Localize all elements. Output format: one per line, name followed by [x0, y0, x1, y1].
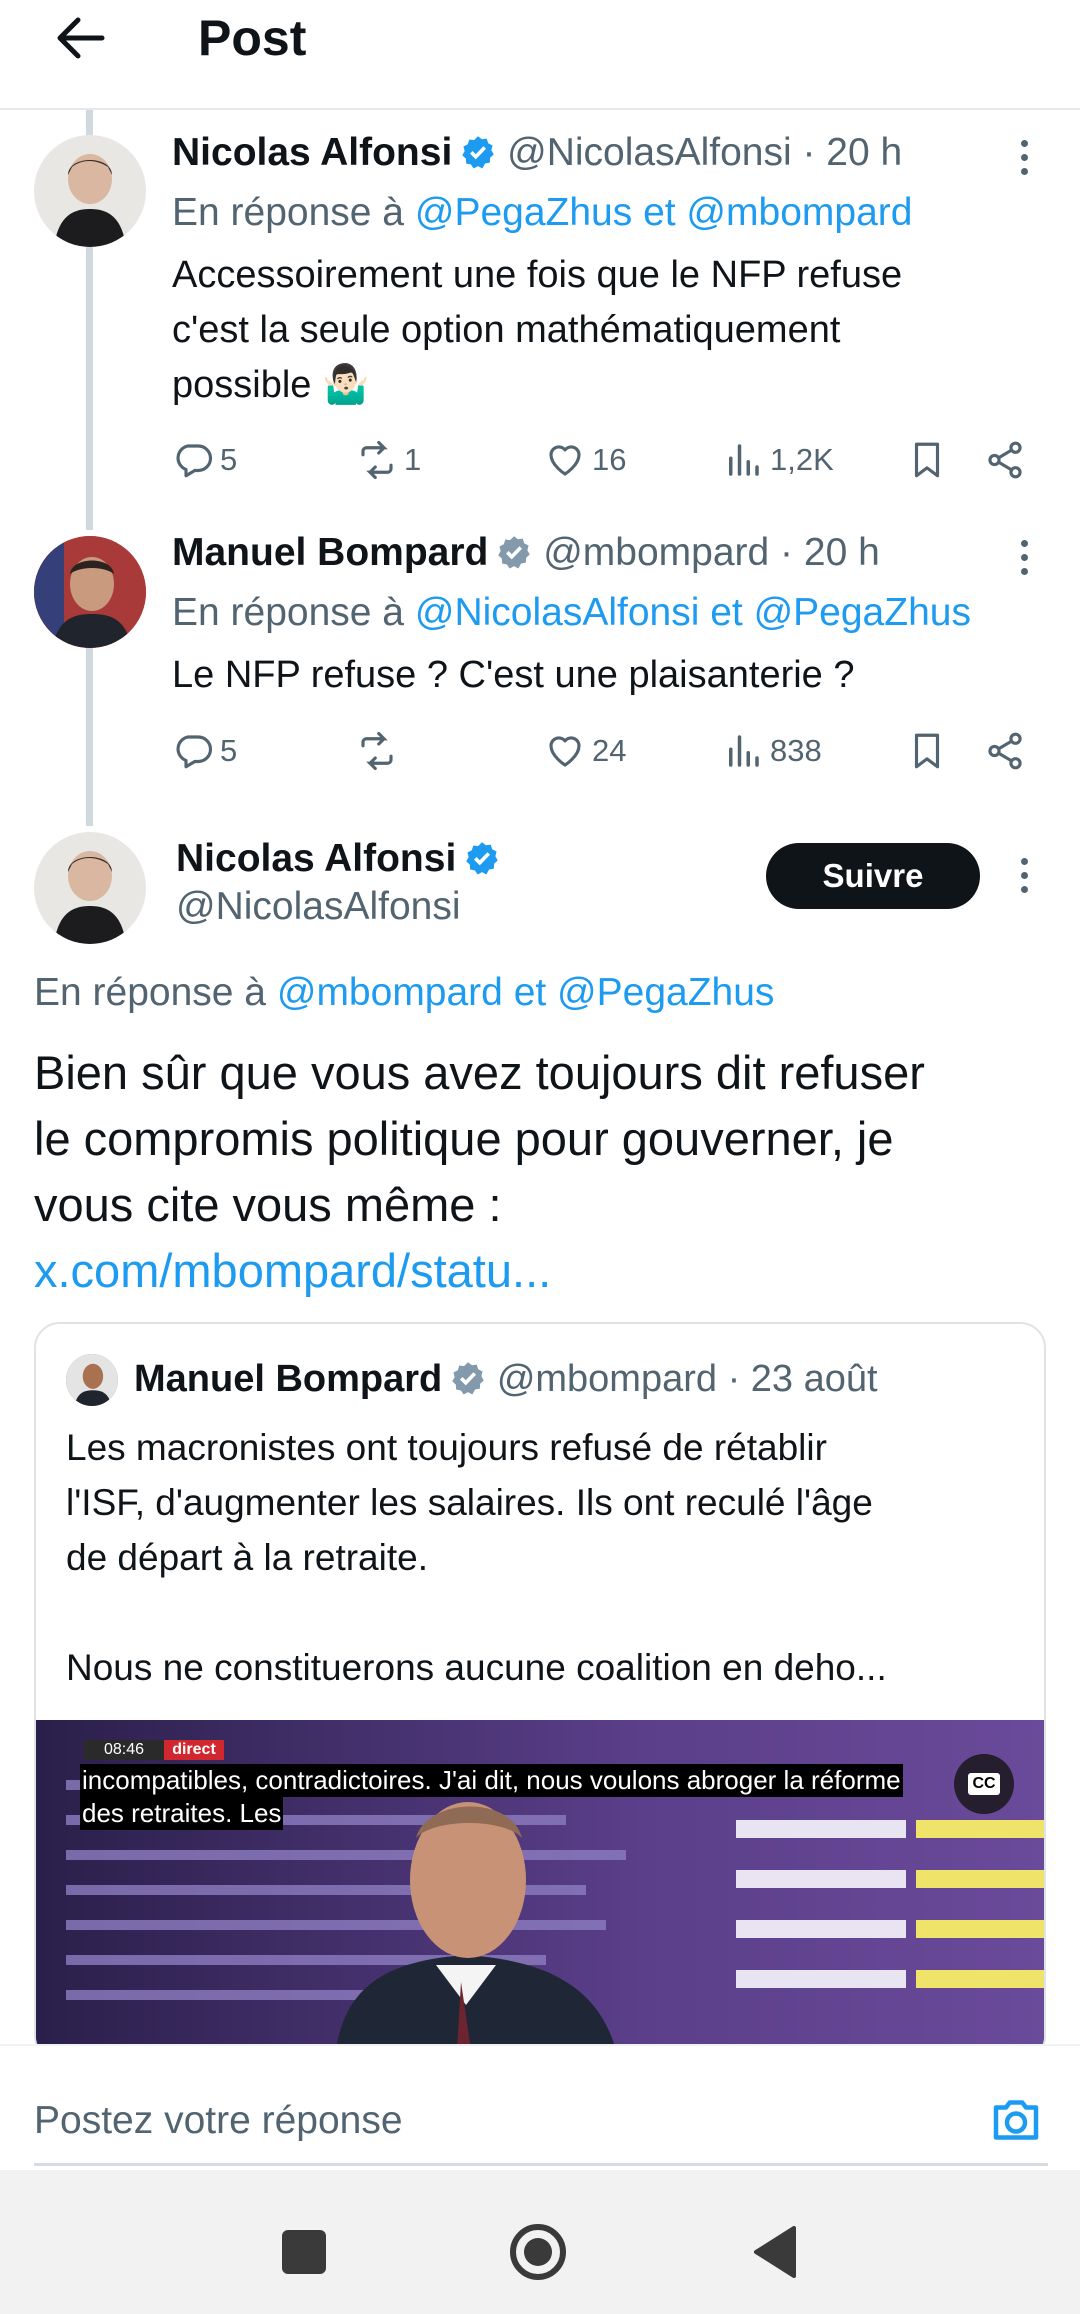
like-count: 24: [592, 733, 627, 768]
quoted-text: Les macronistes ont toujours refusé de r…: [66, 1427, 887, 1688]
share-icon: [988, 732, 1022, 770]
repost-button[interactable]: 1: [356, 435, 421, 485]
more-options-icon[interactable]: [1018, 540, 1030, 580]
author-line: Nicolas Alfonsi: [176, 834, 500, 884]
share-icon: [988, 441, 1022, 479]
verified-badge-icon: [466, 842, 499, 875]
mention-links[interactable]: @PegaZhus et @mbompard: [415, 191, 913, 234]
recents-square-icon[interactable]: [282, 2230, 326, 2274]
repost-icon: [361, 440, 393, 480]
camera-icon[interactable]: [986, 2090, 1046, 2150]
page-title: Post: [198, 10, 307, 66]
author-handle[interactable]: @NicolasAlfonsi: [176, 882, 461, 932]
top-bar: Post: [0, 0, 1080, 110]
quoted-tweet-card[interactable]: Manuel Bompard @mbompard · 23 août Les m…: [34, 1322, 1046, 2062]
repost-button[interactable]: [356, 726, 404, 776]
repost-count: 1: [404, 442, 422, 477]
home-circle-icon[interactable]: [510, 2224, 566, 2280]
quoted-video[interactable]: 08:46 direct incompatibles, contradictoi…: [36, 1720, 1044, 2050]
tweet-text: Accessoirement une fois que le NFP refus…: [172, 254, 903, 406]
reply-context: En réponse à @mbompard et @PegaZhus: [34, 971, 775, 1014]
repost-icon: [361, 731, 393, 771]
more-options-icon[interactable]: [1018, 140, 1030, 180]
views-count: 838: [770, 733, 822, 768]
back-arrow-icon[interactable]: [48, 6, 112, 70]
reply-placeholder: Postez votre réponse: [34, 2099, 403, 2142]
views-count: 1,2K: [770, 442, 834, 477]
heart-icon: [549, 445, 581, 476]
bookmark-button[interactable]: [906, 435, 954, 485]
bookmark-icon: [914, 442, 940, 478]
reply-button[interactable]: 5: [172, 726, 237, 776]
quoted-avatar: [66, 1354, 118, 1406]
live-badge: direct: [164, 1740, 224, 1760]
bookmark-button[interactable]: [906, 726, 954, 776]
views-button[interactable]: 1,2K: [722, 435, 834, 485]
system-navigation-bar: [0, 2170, 1080, 2314]
author-handle-time: @NicolasAlfonsi · 20 h: [507, 131, 903, 174]
author-name[interactable]: Manuel Bompard: [172, 531, 488, 574]
mention-links[interactable]: @mbompard et @PegaZhus: [277, 971, 775, 1014]
bookmark-icon: [914, 733, 940, 769]
author-line: Nicolas Alfonsi @NicolasAlfonsi · 20 h: [172, 128, 902, 178]
more-options-icon[interactable]: [1018, 858, 1030, 898]
video-timestamp: 08:46: [84, 1740, 164, 1760]
reply-context: En réponse à @PegaZhus et @mbompard: [172, 191, 913, 234]
thread-connector: [86, 648, 93, 826]
avatar[interactable]: [34, 536, 146, 648]
author-line: Manuel Bompard @mbompard · 20 h: [172, 528, 880, 578]
reply-button[interactable]: 5: [172, 435, 237, 485]
reply-count: 5: [220, 442, 238, 477]
tweet-text: Le NFP refuse ? C'est une plaisanterie ?: [172, 654, 855, 696]
back-triangle-icon[interactable]: [752, 2226, 796, 2278]
post-text: Bien sûr que vous avez toujours dit refu…: [34, 1040, 1044, 1304]
video-captions: incompatibles, contradictoires. J'ai dit…: [80, 1764, 903, 1830]
reply-context: En réponse à @NicolasAlfonsi et @PegaZhu…: [172, 591, 971, 634]
views-button[interactable]: 838: [722, 726, 822, 776]
captions-toggle-button[interactable]: CC: [954, 1754, 1014, 1814]
quoted-author-name: Manuel Bompard: [134, 1358, 443, 1400]
like-button[interactable]: 16: [544, 435, 626, 485]
cc-icon: CC: [968, 1773, 1000, 1795]
verified-government-badge-icon: [498, 536, 531, 569]
quoted-author-line: Manuel Bompard @mbompard · 23 août: [134, 1354, 878, 1404]
heart-icon: [549, 736, 581, 767]
like-count: 16: [592, 442, 627, 477]
quoted-handle-time: @mbompard · 23 août: [496, 1358, 878, 1400]
avatar[interactable]: [34, 135, 146, 247]
reply-icon: [176, 444, 213, 478]
reply-count: 5: [220, 733, 238, 768]
like-button[interactable]: 24: [544, 726, 626, 776]
follow-button[interactable]: Suivre: [766, 843, 980, 909]
reply-input[interactable]: Postez votre réponse: [34, 2086, 1048, 2166]
share-button[interactable]: [984, 726, 1032, 776]
views-chart-icon: [729, 444, 759, 476]
author-name[interactable]: Nicolas Alfonsi: [176, 837, 456, 880]
views-chart-icon: [729, 735, 759, 767]
post-link[interactable]: x.com/mbompard/statu...: [34, 1238, 1044, 1304]
author-name[interactable]: Nicolas Alfonsi: [172, 131, 452, 174]
reply-icon: [176, 735, 213, 769]
mention-links[interactable]: @NicolasAlfonsi et @PegaZhus: [415, 591, 971, 634]
verified-badge-icon: [462, 136, 495, 169]
share-button[interactable]: [984, 435, 1032, 485]
verified-government-badge-icon: [452, 1362, 484, 1395]
avatar[interactable]: [34, 832, 146, 944]
author-handle-time: @mbompard · 20 h: [543, 531, 880, 574]
